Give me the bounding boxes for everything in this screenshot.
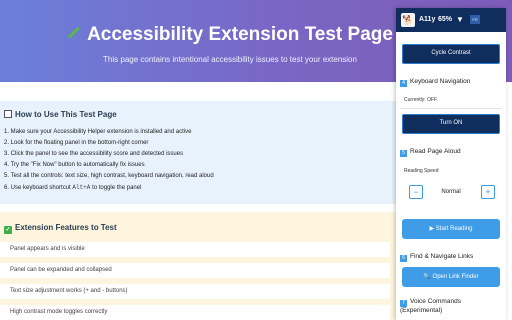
keyboard-status: Currently: OFF (404, 97, 437, 103)
language-badge[interactable]: FR (470, 15, 480, 24)
chevron-down-icon[interactable]: ▼ (456, 15, 464, 24)
list-item: 6. Use keyboard shortcut Alt+A to toggle… (4, 182, 214, 194)
step-number: 7 (400, 300, 407, 307)
step-number: 5 (400, 150, 407, 157)
list-item: 1. Make sure your Accessibility Helper e… (4, 129, 192, 135)
features-title: ✓ Extension Features to Test (4, 223, 117, 234)
list-item: Panel appears and is visible (0, 242, 390, 257)
checkmark-icon: ✓ (4, 226, 12, 234)
clipboard-icon (4, 110, 12, 118)
list-item: 4. Try the "Fix Now" button to automatic… (4, 162, 145, 169)
open-link-finder-button[interactable]: 🔍 Open Link Finder (402, 267, 500, 287)
keyboard-nav-title-text: Keyboard Navigation (410, 78, 471, 85)
step6-prefix: 6. Use keyboard shortcut (4, 185, 71, 192)
keyboard-status-label: Currently: (404, 97, 426, 103)
how-to-title-text: How to Use This Test Page (15, 110, 117, 119)
panel-header[interactable]: 🐕 A11y 65% ▼ FR (396, 8, 506, 32)
list-item: Panel can be expanded and collapsed (0, 263, 390, 278)
step-number: 4 (400, 80, 407, 87)
reading-speed-label: Reading Speed (404, 168, 439, 174)
speed-increase-button[interactable]: + (481, 185, 495, 199)
keyboard-status-value: OFF (427, 97, 438, 103)
page-subtitle: This page contains intentional accessibi… (103, 55, 357, 64)
how-to-title: How to Use This Test Page (4, 110, 117, 119)
find-links-title-text: Find & Navigate Links (410, 253, 474, 260)
voice-commands-title-text: Voice Commands (410, 298, 461, 305)
cycle-contrast-button[interactable]: Cycle Contrast (402, 44, 500, 64)
shortcut-kbd: Alt+A (72, 184, 91, 192)
list-item: Text size adjustment works (+ and - butt… (0, 284, 390, 299)
list-item: 2. Look for the floating panel in the bo… (4, 140, 149, 147)
accessibility-panel: 🐕 A11y 65% ▼ FR Cycle Contrast 4 Keyboard… (396, 8, 506, 320)
list-item: 5. Test all the controls: text size, hig… (4, 173, 214, 180)
reading-speed-value: Normal (441, 189, 461, 195)
features-title-text: Extension Features to Test (15, 223, 117, 232)
page-title-text: Accessibility Extension Test Page (87, 24, 393, 45)
step-number: 6 (400, 255, 407, 262)
page-title: Accessibility Extension Test Page (0, 24, 460, 46)
pencil-icon (68, 26, 81, 39)
how-to-section: How to Use This Test Page 1. Make sure y… (0, 101, 420, 204)
start-reading-button[interactable]: ▶ Start Reading (402, 219, 500, 239)
read-aloud-title: 5 Read Page Aloud (400, 148, 461, 157)
voice-commands-subtitle: (Experimental) (400, 307, 443, 314)
speed-decrease-button[interactable]: − (409, 185, 423, 199)
panel-brand: A11y (419, 16, 436, 23)
find-links-title: 6 Find & Navigate Links (400, 253, 473, 262)
features-section: ✓ Extension Features to Test Panel appear… (0, 212, 420, 320)
keyboard-nav-title: 4 Keyboard Navigation (400, 78, 470, 87)
divider (400, 108, 502, 109)
accessibility-score: 65% (438, 16, 453, 23)
turn-on-keyboard-button[interactable]: Turn ON (402, 114, 500, 134)
list-item: High contrast mode toggles correctly (0, 305, 390, 320)
read-aloud-title-text: Read Page Aloud (410, 148, 461, 155)
step6-suffix: to toggle the panel (92, 185, 142, 192)
steps-list: 1. Make sure your Accessibility Helper e… (4, 127, 214, 195)
dog-icon: 🐕 (401, 13, 415, 27)
voice-commands-title: 7 Voice Commands (400, 298, 461, 307)
list-item: 3. Click the panel to see the accessibil… (4, 151, 184, 158)
